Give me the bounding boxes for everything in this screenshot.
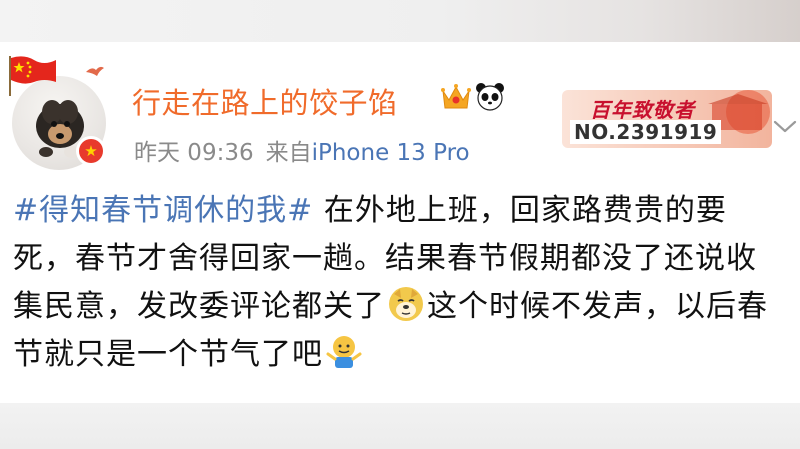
crown-icon[interactable]	[440, 82, 472, 112]
hashtag-link[interactable]: #得知春节调休的我#	[13, 193, 313, 228]
fan-badge[interactable]: 百年致敬者 NO.2391919	[562, 90, 772, 148]
star-icon: ★	[79, 139, 103, 163]
fan-badge-title: 百年致敬者	[590, 98, 695, 122]
shrug-emoji-icon	[326, 336, 362, 368]
post-time: 昨天 09:36	[134, 140, 254, 166]
dove-icon	[86, 66, 104, 76]
fan-badge-number: NO.2391919	[570, 120, 722, 144]
doge-emoji-icon	[389, 287, 423, 321]
verified-badge: ★	[76, 136, 106, 166]
username[interactable]: 行走在路上的饺子馅	[132, 80, 398, 122]
background-top	[0, 0, 800, 42]
panda-icon[interactable]	[475, 82, 505, 112]
device-link[interactable]: iPhone 13 Pro	[312, 140, 470, 166]
source-prefix: 来自	[265, 140, 312, 166]
post-content: #得知春节调休的我# 在外地上班，回家路费贵的要死，春节才舍得回家一趟。结果春节…	[13, 187, 783, 379]
chevron-down-icon[interactable]	[772, 118, 798, 136]
weibo-post-card: ★ 行走在路上的饺子馅 昨天 09:36 来自iPhone 13 Pro 百年致…	[0, 42, 800, 403]
china-flag-icon	[9, 56, 56, 96]
background-bottom	[0, 403, 800, 449]
post-meta: 昨天 09:36 来自iPhone 13 Pro	[134, 133, 470, 167]
